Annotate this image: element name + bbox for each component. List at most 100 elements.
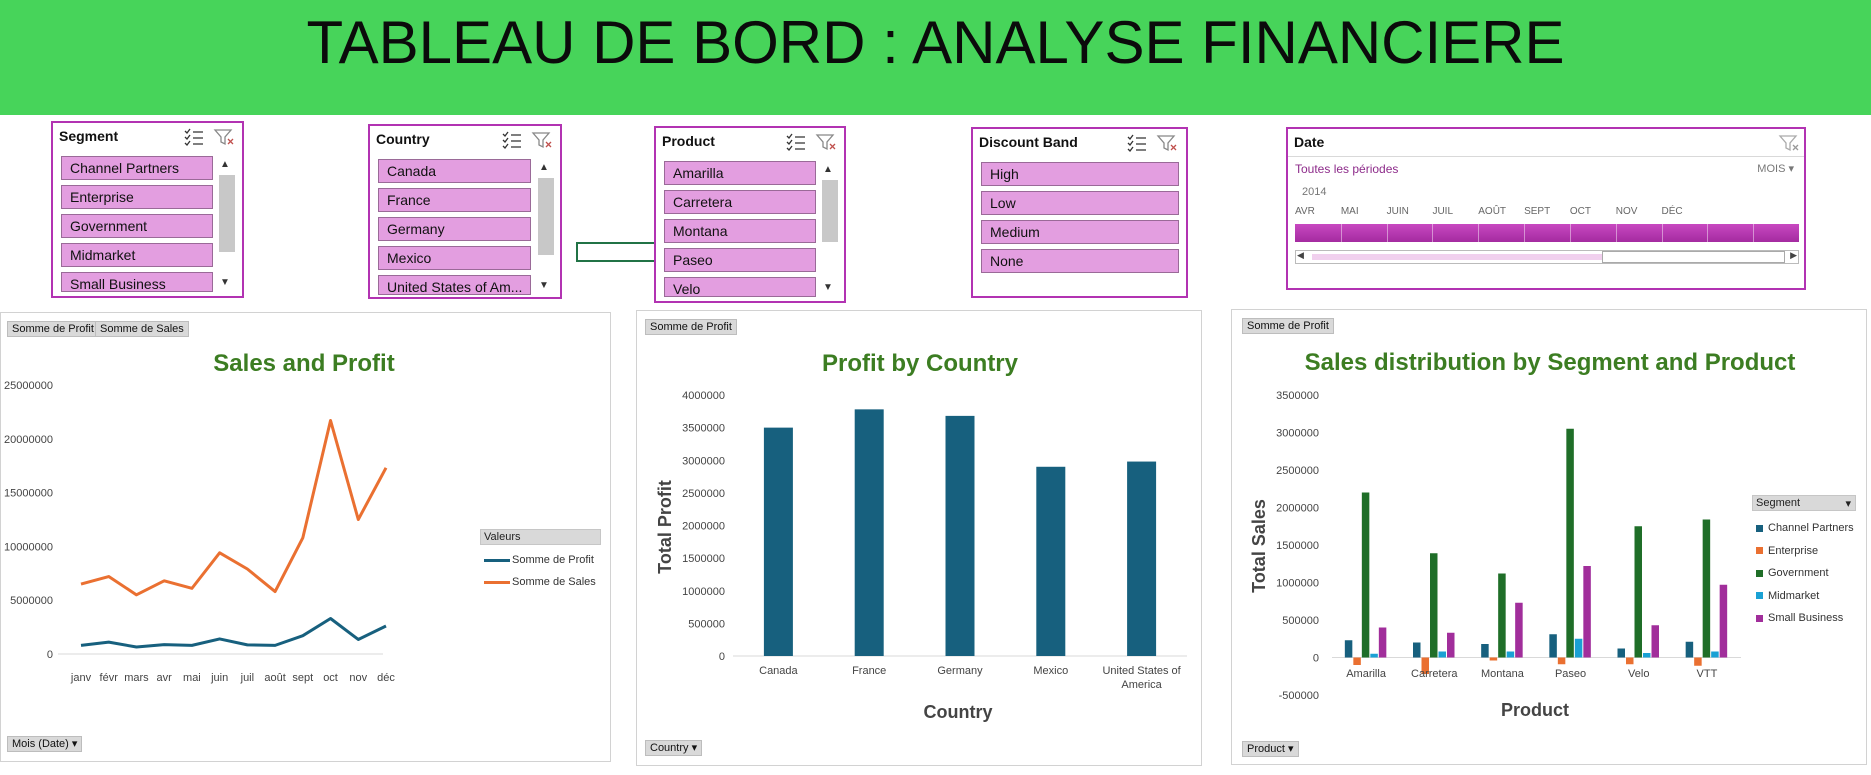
clear-filter-icon[interactable] [815,132,837,152]
y-tick-label: 1000000 [1276,578,1319,590]
scroll-up-icon[interactable]: ▲ [820,164,836,175]
bar [1583,566,1591,658]
slicer-title: Discount Band [979,134,1078,150]
slicer-item[interactable]: Channel Partners [61,156,213,180]
series-line [80,419,388,597]
scroll-up-icon[interactable]: ▲ [217,159,233,170]
slicer-item[interactable]: None [981,249,1179,273]
timeline-month-label: AVR [1295,206,1315,217]
slicer-title: Country [376,131,430,147]
timeline-month-label: SEPT [1524,206,1551,217]
timeline-scroll-thumb[interactable] [1602,251,1785,263]
x-tick-label: VTT [1697,668,1718,680]
bar [1643,653,1651,658]
slicer-item[interactable]: Government [61,214,213,238]
scrollbar-thumb[interactable] [822,180,838,242]
bar [1515,602,1523,658]
discount-band-slicer[interactable]: Discount Band High Low Medium None [971,127,1188,298]
slicer-item[interactable]: Enterprise [61,185,213,209]
legend-title[interactable]: Segment ▾ [1752,495,1856,511]
legend-swatch [1756,524,1763,532]
country-slicer[interactable]: Country Canada France Germany Mexico Uni… [368,124,562,299]
axis-field-button[interactable]: Product ▾ [1242,741,1299,757]
dropdown-icon[interactable]: ▾ [1845,497,1851,510]
y-tick-label: 15000000 [4,488,53,500]
slicer-item[interactable]: Canada [378,159,531,183]
y-tick-label: 3500000 [682,423,725,435]
scrollbar-thumb[interactable] [219,175,235,252]
bar [1344,640,1353,658]
connector-shape [576,242,654,262]
scroll-up-icon[interactable]: ▲ [536,162,552,173]
clear-filter-icon[interactable] [1156,133,1178,153]
x-tick-label: oct [323,672,338,684]
bar-chart: 0 500000 1000000 1500000 2000000 2500000 30000… [655,390,1187,722]
bar [1702,519,1711,658]
x-tick-label: Mexico [1033,665,1068,677]
clear-filter-icon[interactable] [213,127,235,147]
multi-select-icon[interactable] [183,127,205,147]
slicer-item[interactable]: Carretera [664,190,816,214]
slicer-item[interactable]: Medium [981,220,1179,244]
timeline-month-divider [1753,224,1755,242]
series-line [80,616,387,649]
legend-label: Channel Partners [1768,522,1854,535]
multi-select-icon[interactable] [785,132,807,152]
bar [1719,584,1728,658]
bar [1685,641,1694,658]
scroll-down-icon[interactable]: ▼ [536,280,552,291]
x-tick-label: Paseo [1555,668,1586,680]
scroll-down-icon[interactable]: ▼ [820,282,836,293]
legend-entry[interactable]: Small Business [1752,607,1856,630]
bar [854,409,884,656]
y-tick-label: 500000 [1282,615,1319,627]
scroll-down-icon[interactable]: ▼ [217,277,233,288]
clear-filter-icon[interactable] [531,130,553,150]
timeline-scroll-track [1312,254,1612,260]
slicer-item[interactable]: Germany [378,217,531,241]
slicer-item[interactable]: Midmarket [61,243,213,267]
legend-entry[interactable]: Midmarket [1752,585,1856,608]
timeline-bar[interactable] [1295,224,1799,242]
multi-select-icon[interactable] [1126,133,1148,153]
slicer-item[interactable]: Paseo [664,248,816,272]
timeline-scrollbar[interactable]: ◀ ▶ [1295,250,1799,264]
x-tick-line: United States of [1102,665,1181,677]
legend-title[interactable]: Valeurs [480,529,601,545]
slicer-item[interactable]: Small Business [61,272,213,292]
scroll-right-icon[interactable]: ▶ [1790,250,1797,261]
slicer-item[interactable]: Velo [664,277,816,297]
axis-field-button[interactable]: Country ▾ [645,740,703,756]
slicer-item[interactable]: High [981,162,1179,186]
date-timeline[interactable]: Date Toutes les périodes MOIS ▾ 2014 AVR… [1286,127,1806,290]
axis-field-button[interactable]: Mois (Date) ▾ [7,736,83,752]
timeline-month-divider [1569,224,1571,242]
slicer-item[interactable]: Montana [664,219,816,243]
slicer-item[interactable]: United States of Am... [378,275,531,295]
scroll-left-icon[interactable]: ◀ [1297,250,1304,261]
y-tick-label: 500000 [688,618,725,630]
legend-swatch [1756,569,1763,577]
slicer-item[interactable]: Mexico [378,246,531,270]
page-title: TABLEAU DE BORD : ANALYSE FINANCIERE [306,9,1565,76]
slicer-item[interactable]: Amarilla [664,161,816,185]
legend-swatch [1756,547,1763,555]
legend-entry[interactable]: Channel Partners [1752,517,1856,540]
product-slicer[interactable]: Product Amarilla Carretera Montana Paseo… [654,126,846,303]
multi-select-icon[interactable] [501,130,523,150]
scrollbar-thumb[interactable] [538,178,554,255]
bar [1036,466,1066,656]
legend-entry[interactable]: Enterprise [1752,540,1856,563]
legend-label: Somme de Sales [512,576,596,588]
slicer-item[interactable]: Low [981,191,1179,215]
segment-slicer[interactable]: Segment Channel Partners Enterprise Gove… [51,121,244,298]
slicer-item[interactable]: France [378,188,531,212]
x-tick-label: janv [70,672,92,684]
header-banner: TABLEAU DE BORD : ANALYSE FINANCIERE [0,0,1871,115]
time-level-dropdown[interactable]: MOIS ▾ [1757,162,1794,175]
clear-filter-icon[interactable] [1778,133,1800,153]
legend-entry[interactable]: Government [1752,562,1856,585]
bar [1574,638,1583,658]
timeline-month-label: MAI [1340,206,1359,217]
bar [1353,657,1361,665]
